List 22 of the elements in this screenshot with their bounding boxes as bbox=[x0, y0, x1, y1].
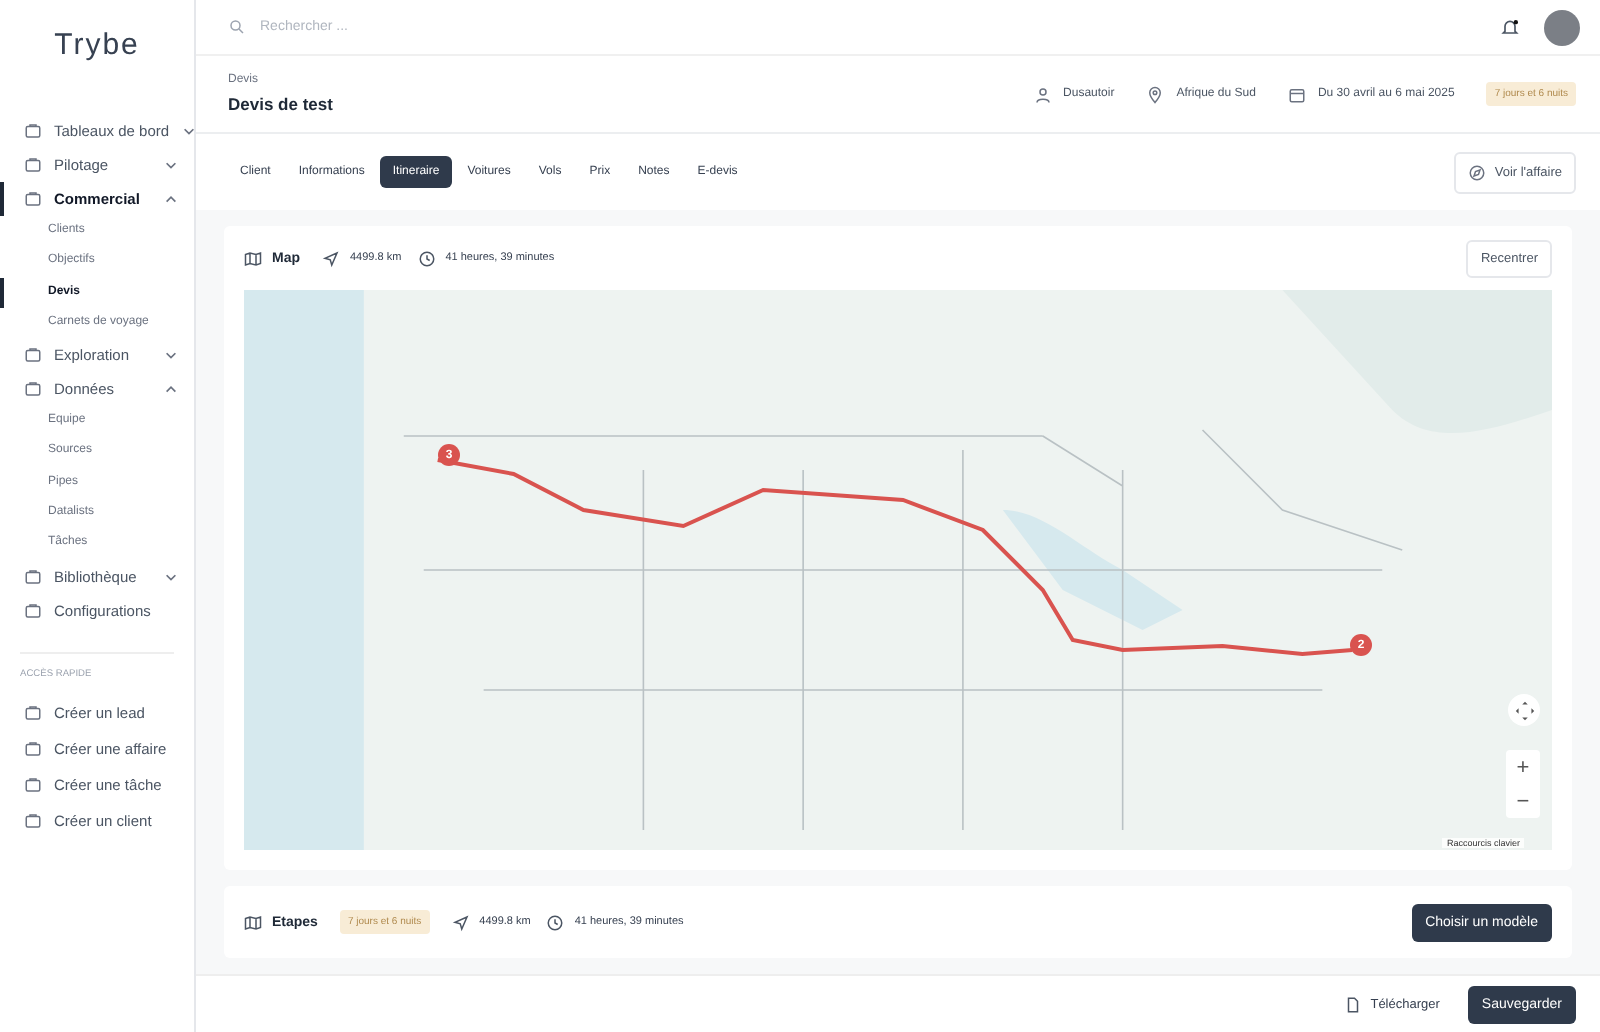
navigation-arrow-icon bbox=[451, 913, 470, 931]
user-icon bbox=[1033, 85, 1052, 103]
clock-icon bbox=[417, 249, 436, 267]
briefcase-icon bbox=[24, 776, 42, 795]
map-icon bbox=[244, 913, 262, 931]
clock-icon bbox=[546, 913, 565, 931]
briefcase-icon bbox=[24, 812, 42, 831]
search-icon bbox=[228, 18, 246, 36]
briefcase-icon bbox=[24, 740, 42, 759]
map-icon bbox=[244, 249, 262, 267]
page-title: Devis de test bbox=[228, 94, 333, 114]
zoom-out-button[interactable]: − bbox=[1506, 784, 1540, 818]
calendar-icon bbox=[1287, 85, 1306, 103]
notification-bell-icon[interactable] bbox=[1500, 17, 1520, 37]
document-icon bbox=[1344, 995, 1363, 1013]
user-avatar[interactable] bbox=[1544, 9, 1580, 45]
zoom-in-button[interactable]: + bbox=[1506, 750, 1540, 784]
brand-logo: Trybe bbox=[52, 28, 142, 62]
compass-icon bbox=[1468, 163, 1487, 181]
location-pin-icon bbox=[1146, 85, 1165, 103]
briefcase-icon bbox=[24, 704, 42, 723]
navigation-arrow-icon bbox=[322, 249, 340, 267]
